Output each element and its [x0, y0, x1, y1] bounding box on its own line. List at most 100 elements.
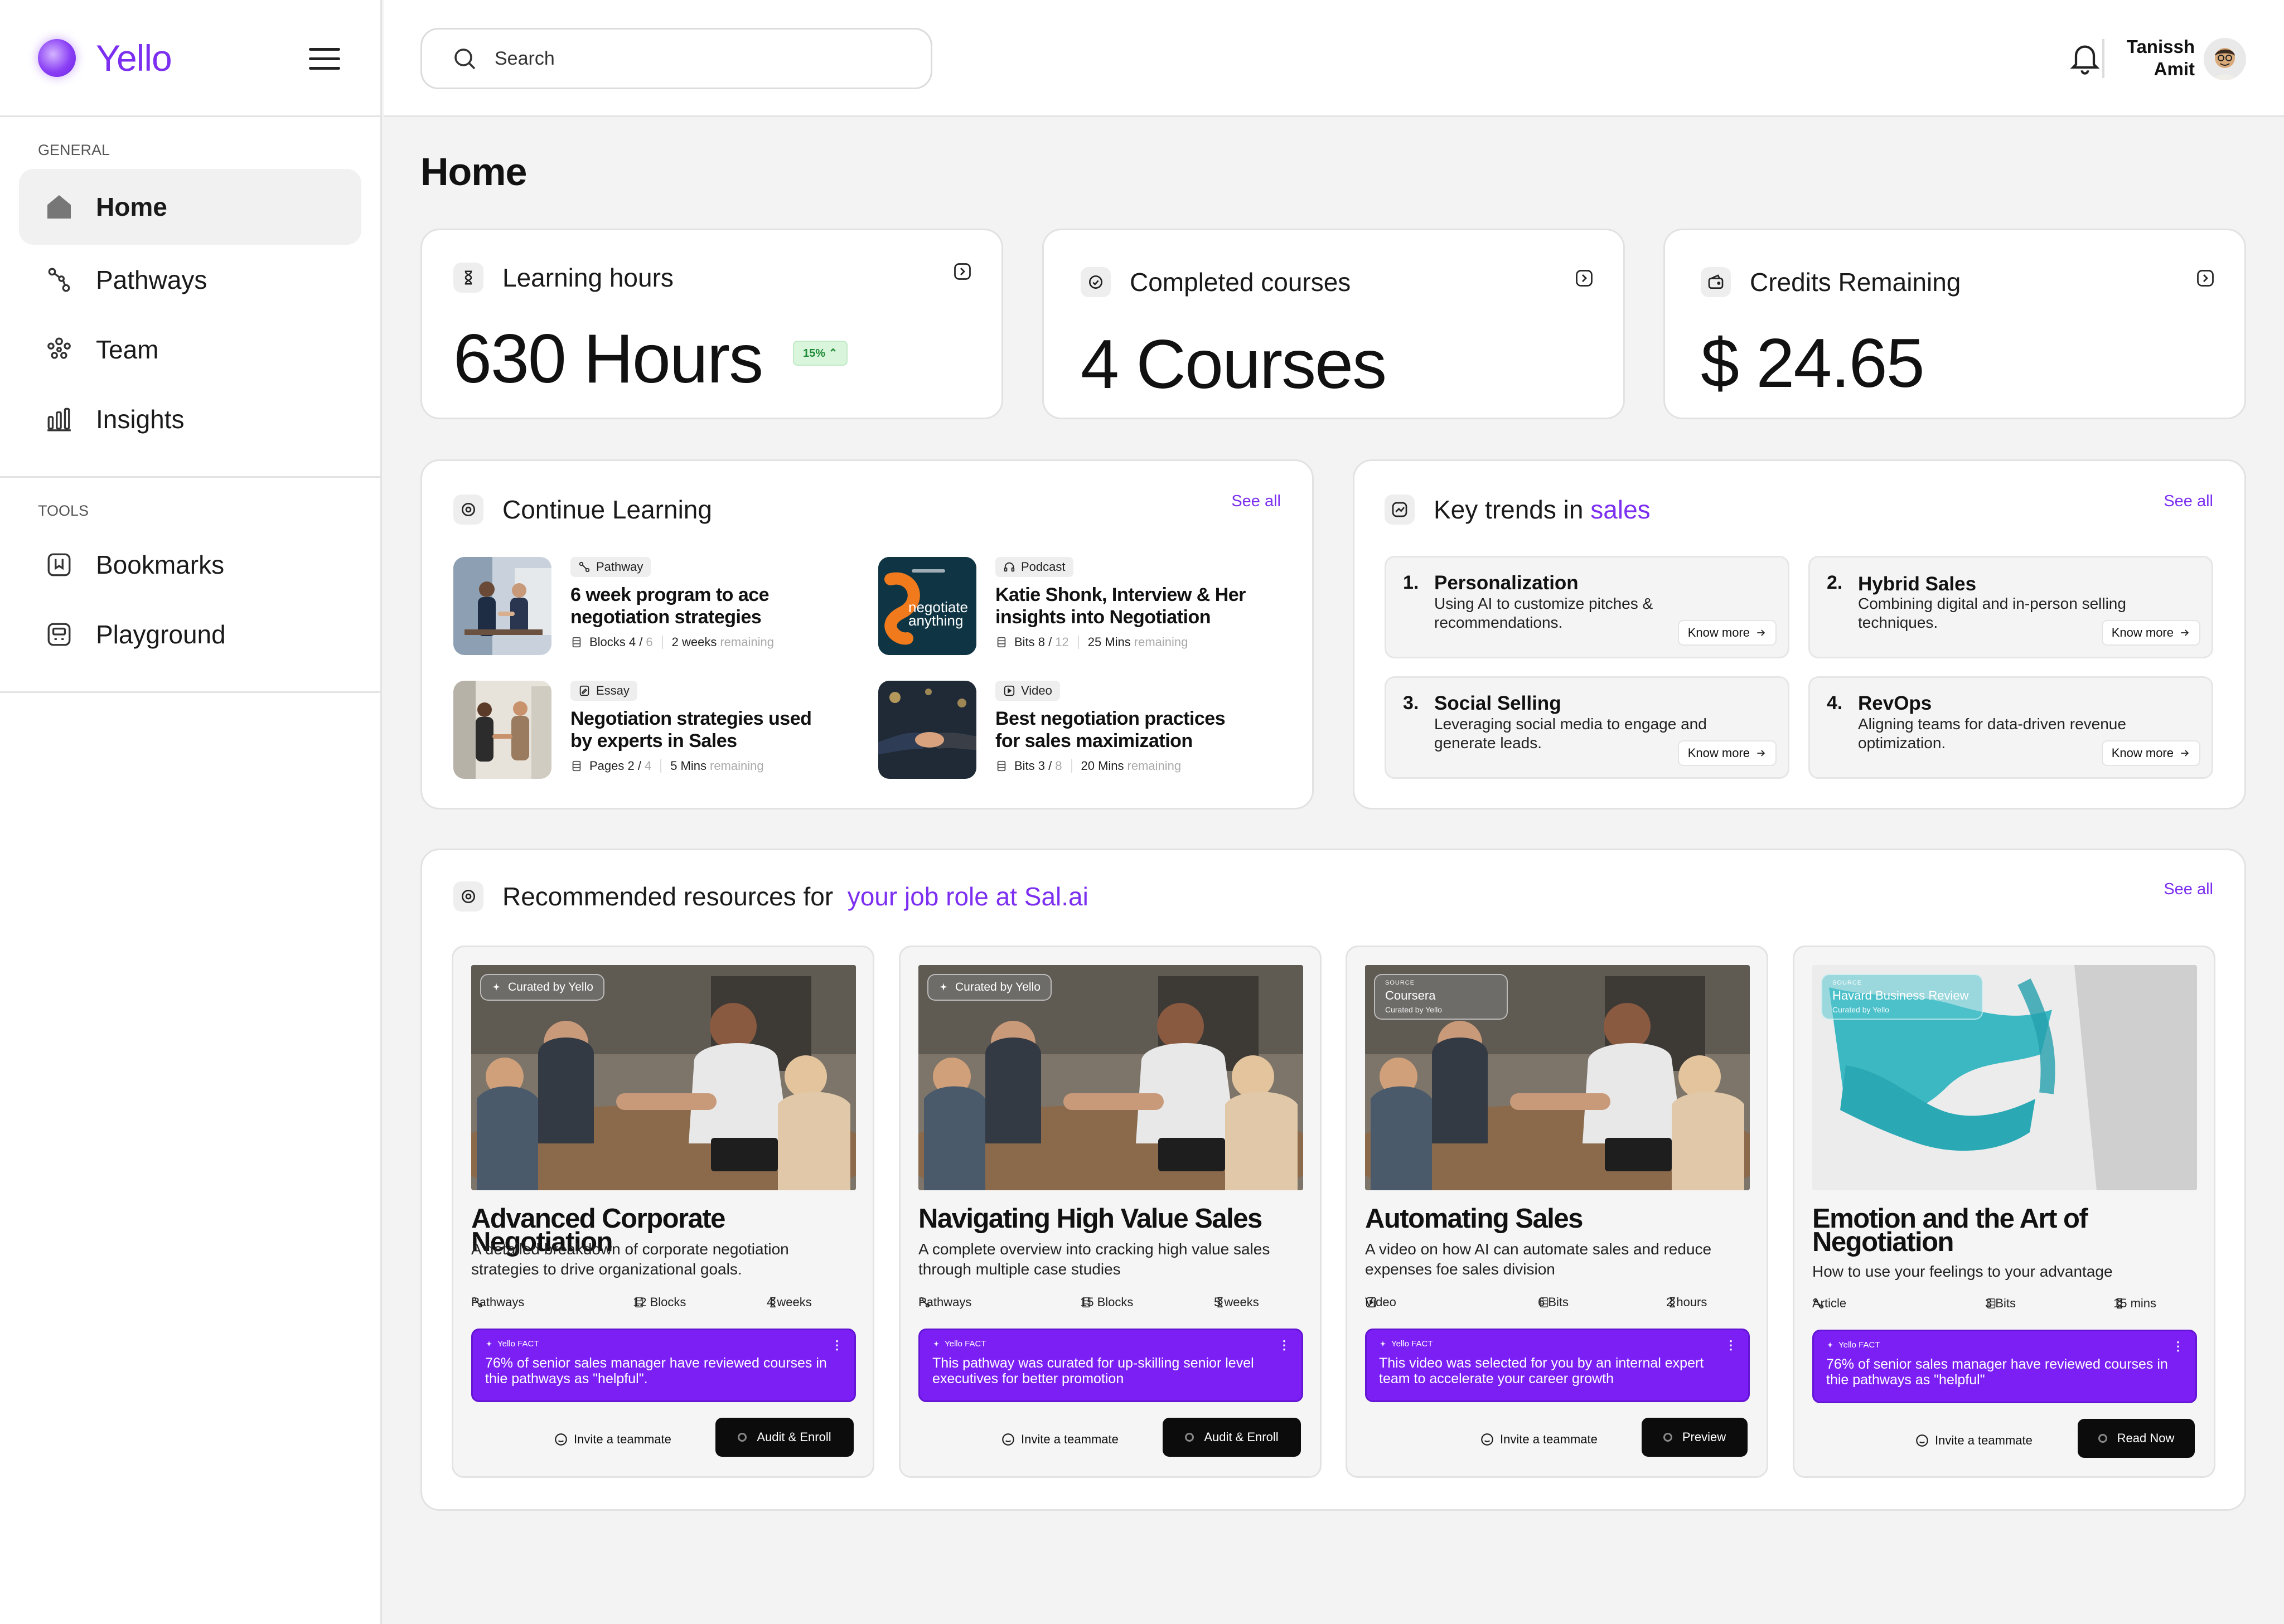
resource-card[interactable]: Curated by Yello Navigating High Value S…	[899, 946, 1322, 1478]
preview-button[interactable]: Preview	[1642, 1418, 1748, 1457]
trend-number: 3.	[1403, 692, 1419, 714]
stat-value: $ 24.65	[1701, 325, 1925, 402]
section-title-prefix: Key trends in	[1434, 495, 1584, 524]
resource-image: Curated by Yello	[471, 965, 856, 1190]
audit-enroll-button[interactable]: Audit & Enroll	[1163, 1418, 1301, 1457]
search-input[interactable]: Search	[420, 28, 932, 89]
stat-label: Credits Remaining	[1750, 268, 1961, 297]
sidebar-item-playground[interactable]: Playground	[19, 599, 361, 669]
stack-icon	[997, 760, 1006, 772]
more-options-icon[interactable]: ⋮	[2172, 1339, 2184, 1354]
learning-item-meta: Pages 2 /4 5 Mins remaining	[570, 759, 827, 773]
nav-general: GENERAL Home Pathways Team Insights	[0, 117, 380, 478]
more-options-icon[interactable]: ⋮	[1725, 1338, 1737, 1352]
learning-item-title: 6 week program to ace negotiation strate…	[570, 584, 770, 628]
open-arrow-icon[interactable]	[2195, 268, 2215, 291]
invite-teammate-button[interactable]: Invite a teammate	[1915, 1433, 2033, 1448]
know-more-button[interactable]: Know more	[1677, 620, 1777, 646]
pathways-icon	[579, 561, 590, 573]
sidebar-item-label: Home	[96, 192, 167, 221]
user-last-name: Amit	[2154, 59, 2195, 79]
check-circle-icon	[1081, 267, 1111, 297]
section-title-highlight: your job role at Sal.ai	[847, 882, 1088, 911]
topbar: Search Tanissh Amit	[384, 0, 2284, 117]
stack-icon	[997, 637, 1006, 648]
see-all-link[interactable]: See all	[1231, 492, 1281, 511]
stat-card-completed-courses[interactable]: Completed courses 4 Courses	[1042, 229, 1625, 419]
invite-teammate-button[interactable]: Invite a teammate	[1480, 1432, 1598, 1447]
section-title: Continue Learning	[502, 495, 712, 524]
learning-item-title: Best negotiation practices for sales max…	[995, 708, 1226, 752]
learning-item[interactable]: Essay Negotiation strategies used by exp…	[453, 681, 827, 779]
invite-icon	[1481, 1433, 1493, 1446]
more-options-icon[interactable]: ⋮	[831, 1338, 843, 1352]
resource-card[interactable]: SOURCE Coursera Curated by Yello Automat…	[1346, 946, 1768, 1478]
yello-fact-box: Yello FACT This pathway was curated for …	[918, 1329, 1303, 1402]
sidebar-item-home[interactable]: Home	[19, 169, 361, 245]
learning-item-meta: Bits 8 /12 25 Mins remaining	[995, 635, 1252, 649]
type-badge: Podcast	[995, 557, 1073, 577]
know-more-button[interactable]: Know more	[2101, 620, 2200, 646]
resource-card[interactable]: Curated by Yello Advanced Corporate Nego…	[452, 946, 874, 1478]
learning-item[interactable]: Pathway 6 week program to ace negotiatio…	[453, 557, 827, 655]
growth-badge: 15% ⌃	[793, 341, 848, 366]
user-first-name: Tanissh	[2126, 36, 2195, 57]
learning-item[interactable]: negotiate anything Podcast Katie Shonk, I…	[878, 557, 1252, 655]
see-all-link[interactable]: See all	[2164, 492, 2213, 511]
sparkle-icon	[1827, 1341, 1833, 1348]
bell-icon[interactable]	[2067, 39, 2103, 81]
stat-card-learning-hours[interactable]: Learning hours 630 Hours 15% ⌃	[420, 229, 1003, 419]
stat-value: 630 Hours	[453, 321, 763, 397]
resource-title: Automating Sales	[1365, 1204, 1583, 1234]
type-badge: Video	[995, 681, 1060, 701]
sidebar-item-bookmarks[interactable]: Bookmarks	[19, 530, 361, 599]
trend-title: Social Selling	[1434, 692, 1561, 714]
learning-item-title: Katie Shonk, Interview & Her insights in…	[995, 584, 1246, 628]
logo-row: Yello	[0, 0, 380, 117]
resource-title: Navigating High Value Sales	[918, 1204, 1262, 1234]
podcast-thumb-text: negotiate anything	[908, 599, 968, 629]
stack-icon	[572, 760, 581, 772]
know-more-button[interactable]: Know more	[2101, 740, 2200, 766]
sidebar-item-pathways[interactable]: Pathways	[19, 245, 361, 314]
hamburger-menu-icon[interactable]	[309, 48, 340, 70]
target-icon	[453, 495, 483, 525]
trend-title: Hybrid Sales	[1858, 573, 1977, 595]
type-badge: Essay	[570, 681, 637, 701]
learning-thumbnail	[878, 681, 976, 779]
learning-item-title: Negotiation strategies used by experts i…	[570, 708, 812, 752]
see-all-link[interactable]: See all	[2164, 880, 2213, 899]
trend-desc: Aligning teams for data-driven revenue o…	[1858, 715, 2126, 752]
trend-title: Personalization	[1434, 572, 1579, 594]
section-title-highlight: sales	[1590, 495, 1651, 524]
user-name[interactable]: Tanissh Amit	[2127, 36, 2195, 80]
avatar[interactable]	[2204, 38, 2246, 80]
resource-card[interactable]: SOURCE Havard Business Review Curated by…	[1793, 946, 2215, 1478]
invite-icon	[1916, 1434, 1928, 1447]
yello-fact-box: Yello FACT This video was selected for y…	[1365, 1329, 1750, 1402]
open-arrow-icon[interactable]	[1574, 268, 1594, 291]
wallet-icon	[1701, 267, 1731, 297]
learning-thumbnail	[453, 557, 551, 655]
sidebar-item-insights[interactable]: Insights	[19, 384, 361, 454]
sidebar-item-team[interactable]: Team	[19, 314, 361, 384]
resource-image: SOURCE Coursera Curated by Yello	[1365, 965, 1750, 1190]
trend-item[interactable]: 2. Hybrid Sales Combining digital and in…	[1808, 556, 2213, 658]
know-more-button[interactable]: Know more	[1677, 740, 1777, 766]
type-badge: Pathway	[570, 557, 651, 577]
learning-item[interactable]: Video Best negotiation practices for sal…	[878, 681, 1252, 779]
arrow-right-icon	[2181, 750, 2189, 757]
audit-enroll-button[interactable]: Audit & Enroll	[715, 1418, 854, 1457]
trend-item[interactable]: 1. Personalization Using AI to customize…	[1385, 556, 1789, 658]
invite-teammate-button[interactable]: Invite a teammate	[554, 1432, 671, 1447]
open-arrow-icon[interactable]	[952, 261, 972, 284]
read-now-button[interactable]: Read Now	[2078, 1419, 2195, 1458]
more-options-icon[interactable]: ⋮	[1278, 1338, 1290, 1352]
arrow-right-icon	[2181, 629, 2189, 636]
source-tag: SOURCE Coursera Curated by Yello	[1374, 974, 1508, 1020]
sidebar-item-label: Insights	[96, 404, 185, 434]
trend-item[interactable]: 4. RevOps Aligning teams for data-driven…	[1808, 676, 2213, 779]
stat-card-credits-remaining[interactable]: Credits Remaining $ 24.65	[1663, 229, 2246, 419]
invite-teammate-button[interactable]: Invite a teammate	[1001, 1432, 1119, 1447]
trend-item[interactable]: 3. Social Selling Leveraging social medi…	[1385, 676, 1789, 779]
